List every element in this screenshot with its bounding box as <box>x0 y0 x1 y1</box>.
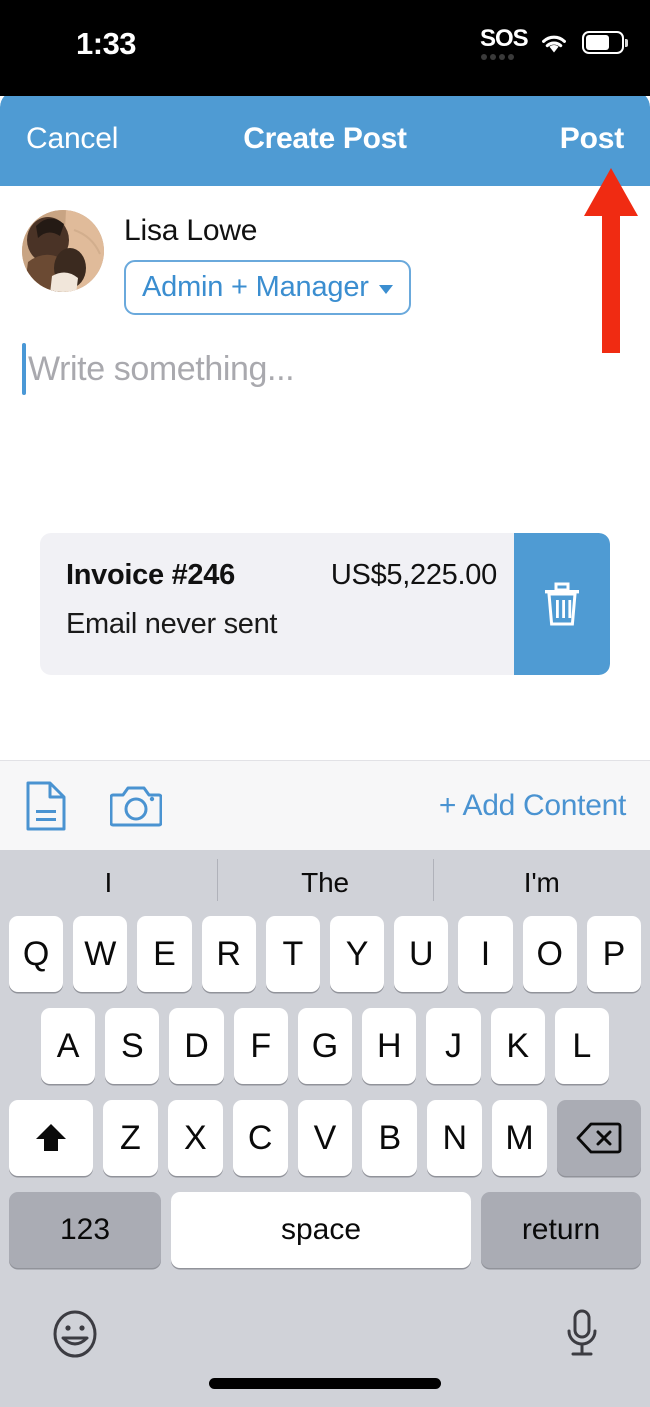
keyboard-row-4: 123 space return <box>0 1192 650 1268</box>
key-o[interactable]: O <box>522 916 577 992</box>
cancel-button[interactable]: Cancel <box>26 122 118 156</box>
space-key[interactable]: space <box>171 1192 471 1268</box>
phone-screen: 1:33 SOS Cancel Create Post Post Lisa Lo… <box>0 0 650 1407</box>
prediction-2[interactable]: I'm <box>433 859 650 901</box>
key-x[interactable]: X <box>167 1100 223 1176</box>
key-p[interactable]: P <box>586 916 642 992</box>
key-q[interactable]: Q <box>8 916 64 992</box>
sos-indicator: SOS <box>480 25 529 60</box>
invoice-attachment-card[interactable]: Invoice #246 US$5,225.00 Email never sen… <box>40 533 610 675</box>
key-d[interactable]: D <box>169 1008 224 1084</box>
home-indicator <box>209 1378 441 1389</box>
role-selector[interactable]: Admin + Manager <box>124 260 411 315</box>
key-z[interactable]: Z <box>103 1100 158 1176</box>
chevron-down-icon <box>378 284 393 294</box>
key-a[interactable]: A <box>41 1008 96 1084</box>
author-name: Lisa Lowe <box>124 214 258 247</box>
invoice-status: Email never sent <box>66 608 278 640</box>
post-text-placeholder: Write something... <box>28 349 295 388</box>
signal-dots <box>481 54 514 60</box>
key-i[interactable]: I <box>458 916 513 992</box>
document-icon[interactable] <box>24 780 68 832</box>
role-label: Admin + Manager <box>142 271 369 303</box>
shift-key[interactable] <box>9 1100 93 1176</box>
avatar[interactable] <box>22 210 104 292</box>
key-c[interactable]: C <box>232 1100 288 1176</box>
wifi-icon <box>542 35 566 53</box>
status-time: 1:33 <box>76 26 137 61</box>
compose-area: Lisa Lowe Admin + Manager Write somethin… <box>0 186 650 851</box>
keyboard-bottom-bar <box>0 1284 650 1374</box>
backspace-icon <box>576 1122 622 1154</box>
author-row: Lisa Lowe Admin + Manager <box>0 186 650 315</box>
navigation-bar: Cancel Create Post Post <box>0 91 650 186</box>
key-u[interactable]: U <box>394 916 449 992</box>
shift-icon <box>36 1124 66 1151</box>
key-k[interactable]: K <box>490 1008 545 1084</box>
add-content-button[interactable]: + Add Content <box>439 789 626 823</box>
prediction-1[interactable]: The <box>216 859 434 901</box>
key-j[interactable]: J <box>426 1008 481 1084</box>
sos-label: SOS <box>480 25 529 52</box>
key-n[interactable]: N <box>427 1100 483 1176</box>
post-text-input[interactable]: Write something... <box>22 343 650 395</box>
camera-icon[interactable] <box>110 783 162 829</box>
keyboard-row-1: Q W E R T Y U I O P <box>0 916 650 992</box>
keyboard-row-2: A S D F G H J K L <box>0 1008 650 1084</box>
emoji-icon[interactable] <box>50 1308 100 1360</box>
key-e[interactable]: E <box>137 916 192 992</box>
key-l[interactable]: L <box>554 1008 609 1084</box>
battery-icon <box>582 31 628 55</box>
trash-icon <box>545 582 579 626</box>
keyboard-row-3: Z X C V B N M <box>0 1100 650 1176</box>
key-b[interactable]: B <box>362 1100 418 1176</box>
key-m[interactable]: M <box>492 1100 548 1176</box>
key-y[interactable]: Y <box>330 916 385 992</box>
key-h[interactable]: H <box>362 1008 417 1084</box>
backspace-key[interactable] <box>557 1100 642 1176</box>
key-f[interactable]: F <box>233 1008 288 1084</box>
key-s[interactable]: S <box>105 1008 160 1084</box>
key-t[interactable]: T <box>265 916 320 992</box>
status-indicators: SOS <box>480 26 628 60</box>
text-cursor <box>22 343 26 395</box>
author-meta: Lisa Lowe Admin + Manager <box>124 210 411 315</box>
microphone-icon[interactable] <box>564 1308 600 1360</box>
create-post-sheet: Cancel Create Post Post Lisa Lowe Admin … <box>0 91 650 1407</box>
predictive-text-bar: I The I'm <box>0 850 650 916</box>
on-screen-keyboard: I The I'm Q W E R T Y U I O P A S D F G … <box>0 850 650 1407</box>
invoice-title: Invoice #246 <box>66 559 235 591</box>
key-v[interactable]: V <box>297 1100 353 1176</box>
key-r[interactable]: R <box>201 916 256 992</box>
invoice-details: Invoice #246 US$5,225.00 Email never sen… <box>40 533 514 675</box>
delete-attachment-button[interactable] <box>514 533 610 675</box>
numbers-key[interactable]: 123 <box>9 1192 161 1268</box>
key-w[interactable]: W <box>73 916 128 992</box>
invoice-amount: US$5,225.00 <box>330 559 497 591</box>
post-button[interactable]: Post <box>560 122 624 156</box>
return-key[interactable]: return <box>481 1192 641 1268</box>
attachment-toolbar: + Add Content <box>0 760 650 850</box>
key-g[interactable]: G <box>297 1008 353 1084</box>
prediction-0[interactable]: I <box>0 867 217 899</box>
invoice-header-row: Invoice #246 US$5,225.00 <box>66 559 514 592</box>
status-bar: 1:33 SOS <box>0 0 650 96</box>
